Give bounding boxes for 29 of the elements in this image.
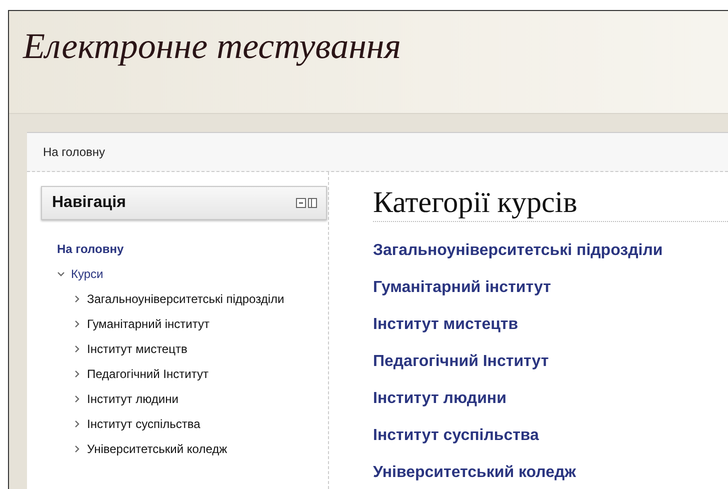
category-link[interactable]: Інститут мистецтв [373, 316, 518, 334]
nav-tree-item[interactable]: Інститут мистецтв [87, 342, 188, 356]
block-controls-icon[interactable] [296, 198, 318, 208]
breadcrumb-link[interactable]: На головну [43, 145, 106, 159]
block-title: Навігація [52, 194, 126, 212]
chevron-right-icon[interactable] [73, 370, 81, 378]
chevron-right-icon[interactable] [73, 444, 81, 452]
nav-tree-item[interactable]: Гуманітарний інститут [87, 316, 210, 330]
page-heading: Категорії курсів [373, 186, 578, 219]
category-link[interactable]: Гуманітарний інститут [373, 278, 551, 296]
nav-tree-item[interactable]: На головну [57, 242, 124, 256]
chevron-right-icon[interactable] [73, 420, 81, 428]
category-link[interactable]: Педагогічний Інститут [373, 352, 549, 370]
nav-tree-item[interactable]: Університетський коледж [87, 442, 228, 456]
category-link[interactable]: Загальноуніверситетські підрозділи [373, 242, 663, 260]
nav-tree-item[interactable]: Інститут людини [87, 392, 178, 406]
category-link[interactable]: Інститут людини [373, 390, 506, 408]
category-link[interactable]: Університетський коледж [373, 464, 576, 482]
chevron-right-icon[interactable] [73, 320, 81, 328]
nav-tree-item[interactable]: Педагогічний Інститут [87, 366, 208, 380]
nav-tree-item[interactable]: Загальноуніверситетські підрозділи [87, 292, 284, 306]
nav-tree-item[interactable]: Інститут суспільства [87, 416, 200, 430]
chevron-right-icon[interactable] [73, 344, 81, 352]
chevron-right-icon[interactable] [73, 294, 81, 302]
chevron-right-icon[interactable] [73, 394, 81, 402]
site-title: Електронне тестування [23, 25, 402, 67]
category-link[interactable]: Інститут суспільства [373, 426, 539, 444]
nav-tree-item[interactable]: Курси [71, 266, 104, 280]
chevron-down-icon[interactable] [57, 270, 65, 278]
